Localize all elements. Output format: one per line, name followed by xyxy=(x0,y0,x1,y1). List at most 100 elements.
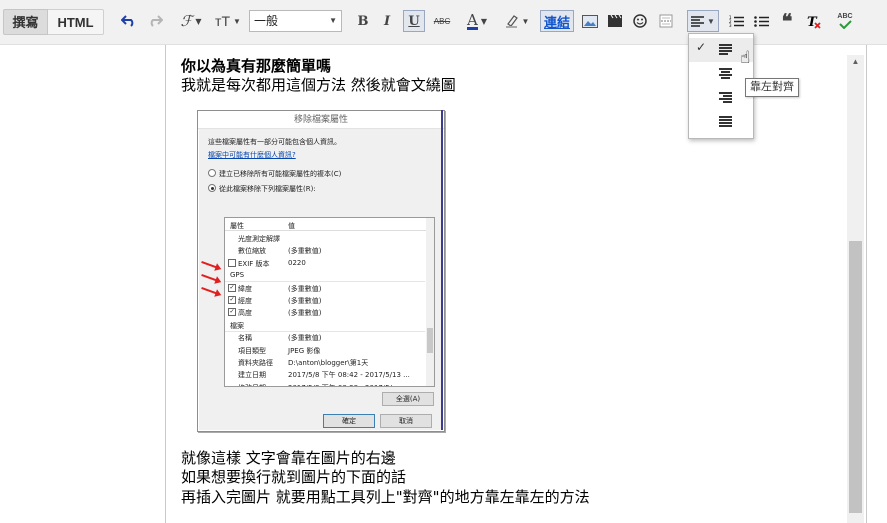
align-right-option[interactable] xyxy=(689,86,753,110)
emoji-icon xyxy=(633,14,647,28)
strikethrough-button[interactable]: ABC xyxy=(430,10,454,32)
scroll-up-arrow-icon[interactable]: ▲ xyxy=(847,55,864,69)
chevron-down-icon: ▼ xyxy=(707,16,715,26)
property-value: 0220 xyxy=(288,258,306,267)
insert-emoji-button[interactable] xyxy=(630,10,650,32)
redo-icon xyxy=(150,15,163,27)
checkmark-icon: ✓ xyxy=(696,40,707,54)
font-size-button[interactable]: тT ▼ xyxy=(211,10,245,32)
insert-jump-break-button[interactable] xyxy=(656,10,676,32)
clear-formatting-button[interactable]: T xyxy=(803,10,825,32)
property-value: 2017/5/8 下午 08:42 - 2017/5/13 ... xyxy=(288,371,410,380)
insert-video-button[interactable] xyxy=(605,10,625,32)
post-text-line: 就像這樣 文字會靠在圖片的右邊 xyxy=(181,449,396,467)
spellcheck-label: ABC xyxy=(837,13,853,20)
property-name: 資料夾路徑 xyxy=(238,359,273,367)
property-checkbox xyxy=(228,258,236,267)
post-text-line: 我就是每次都用這個方法 然後就會文繞圖 xyxy=(181,76,456,94)
numbered-list-button[interactable]: 123 xyxy=(726,10,746,32)
quote-button[interactable]: ❝ xyxy=(777,9,797,33)
highlighter-icon xyxy=(505,15,518,28)
align-center-icon xyxy=(719,68,732,80)
property-row: ✓ 緯度 (多重數值) xyxy=(225,282,425,294)
align-left-icon xyxy=(719,44,732,56)
list-scrollbar xyxy=(426,218,434,386)
bold-label: B xyxy=(357,13,369,29)
html-mode-tab[interactable]: HTML xyxy=(48,9,104,35)
undo-button[interactable] xyxy=(118,10,140,32)
align-right-icon xyxy=(719,92,732,104)
property-value: JPEG 影像 xyxy=(288,346,321,355)
image-icon xyxy=(582,14,598,28)
spellcheck-button[interactable]: ABC xyxy=(834,10,856,32)
scroll-thumb[interactable] xyxy=(849,241,862,513)
italic-button[interactable]: I xyxy=(378,10,396,32)
column-header-property: 屬性 xyxy=(230,222,244,230)
property-name: 檔案 xyxy=(230,321,244,330)
link-button[interactable]: 連結 xyxy=(540,10,574,32)
strikethrough-label: ABC xyxy=(433,16,451,26)
property-row: 光度測定解譯 xyxy=(225,232,425,244)
text-color-button[interactable]: A ▼ xyxy=(462,10,492,32)
property-group-row: 檔案 xyxy=(225,319,425,332)
property-value: (多重數值) xyxy=(288,284,322,293)
bold-button[interactable]: B xyxy=(354,10,372,32)
chevron-down-icon: ▼ xyxy=(233,16,241,26)
property-checkbox: ✓ xyxy=(228,296,236,304)
radio-create-copy xyxy=(208,169,216,177)
align-icon xyxy=(691,15,705,27)
property-name: 光度測定解譯 xyxy=(238,235,280,243)
chevron-down-icon: ▼ xyxy=(195,16,202,26)
underline-label: U xyxy=(408,13,420,29)
spellcheck-icon xyxy=(839,20,852,29)
property-checkbox: ✓ xyxy=(228,283,236,292)
link-label: 連結 xyxy=(543,14,570,30)
ok-button: 確定 xyxy=(323,414,375,428)
select-all-button: 全選(A) xyxy=(382,392,434,406)
property-name: GPS xyxy=(230,271,245,280)
dialog-body: 這些檔案屬性有一部分可能包含個人資訊。 檔案中可能有什麼個人資訊? 建立已移除所… xyxy=(199,129,441,430)
underline-button[interactable]: U xyxy=(403,10,425,32)
format-select-value: 一般 xyxy=(254,14,279,28)
font-size-label: тT xyxy=(215,13,231,29)
radio-remove-properties xyxy=(208,184,216,192)
property-name: 經度 xyxy=(238,297,252,305)
hand-cursor-icon: ☝ xyxy=(740,48,751,67)
property-row: 建立日期 2017/5/8 下午 08:42 - 2017/5/13 ... xyxy=(225,368,425,380)
property-row: 項目類型 JPEG 影像 xyxy=(225,344,425,356)
property-value: D:\anton\blogger\第1天 xyxy=(288,359,369,367)
align-justify-icon xyxy=(719,116,732,128)
dialog-info-link: 檔案中可能有什麼個人資訊? xyxy=(208,151,296,159)
font-family-button[interactable]: ℱ ▼ xyxy=(176,10,206,32)
quote-icon: ❝ xyxy=(781,9,793,33)
font-family-label: ℱ xyxy=(180,12,193,30)
property-group-row: GPS xyxy=(225,269,425,283)
numbered-list-icon: 123 xyxy=(729,15,744,28)
radio-remove-properties-label: 從此檔案移除下列檔案屬性(R): xyxy=(219,185,316,193)
align-justify-option[interactable] xyxy=(689,110,753,134)
property-row: 修改日期 2017/5/8 下午 08:38 - 2017/5/... xyxy=(225,381,425,386)
property-value: (多重數值) xyxy=(288,309,322,318)
chevron-down-icon: ▼ xyxy=(521,16,530,26)
property-name: 高度 xyxy=(238,309,252,318)
property-value: (多重數值) xyxy=(288,334,322,343)
italic-label: I xyxy=(383,13,391,29)
align-button[interactable]: ▼ xyxy=(687,10,719,32)
content-scrollbar[interactable]: ▲ xyxy=(847,55,864,523)
redo-button[interactable] xyxy=(144,10,166,32)
list-scroll-thumb xyxy=(427,328,433,353)
format-select[interactable]: 一般 ▼ xyxy=(249,10,342,32)
bullet-list-button[interactable] xyxy=(751,10,771,32)
cancel-button: 取消 xyxy=(380,414,432,428)
clear-format-icon: T xyxy=(807,15,821,29)
compose-mode-tab[interactable]: 撰寫 xyxy=(3,9,48,35)
insert-image-button[interactable] xyxy=(580,10,600,32)
column-header-value: 值 xyxy=(288,222,295,230)
jump-break-icon xyxy=(659,14,673,28)
align-left-tooltip: 靠左對齊 xyxy=(745,78,799,97)
highlight-color-button[interactable]: ▼ xyxy=(502,10,532,32)
embedded-screenshot-image[interactable]: 移除檔案屬性 這些檔案屬性有一部分可能包含個人資訊。 檔案中可能有什麼個人資訊?… xyxy=(197,110,445,432)
radio-create-copy-label: 建立已移除所有可能檔案屬性的複本(C) xyxy=(219,170,342,178)
property-name: EXIF 版本 xyxy=(238,259,270,268)
undo-icon xyxy=(121,15,134,27)
